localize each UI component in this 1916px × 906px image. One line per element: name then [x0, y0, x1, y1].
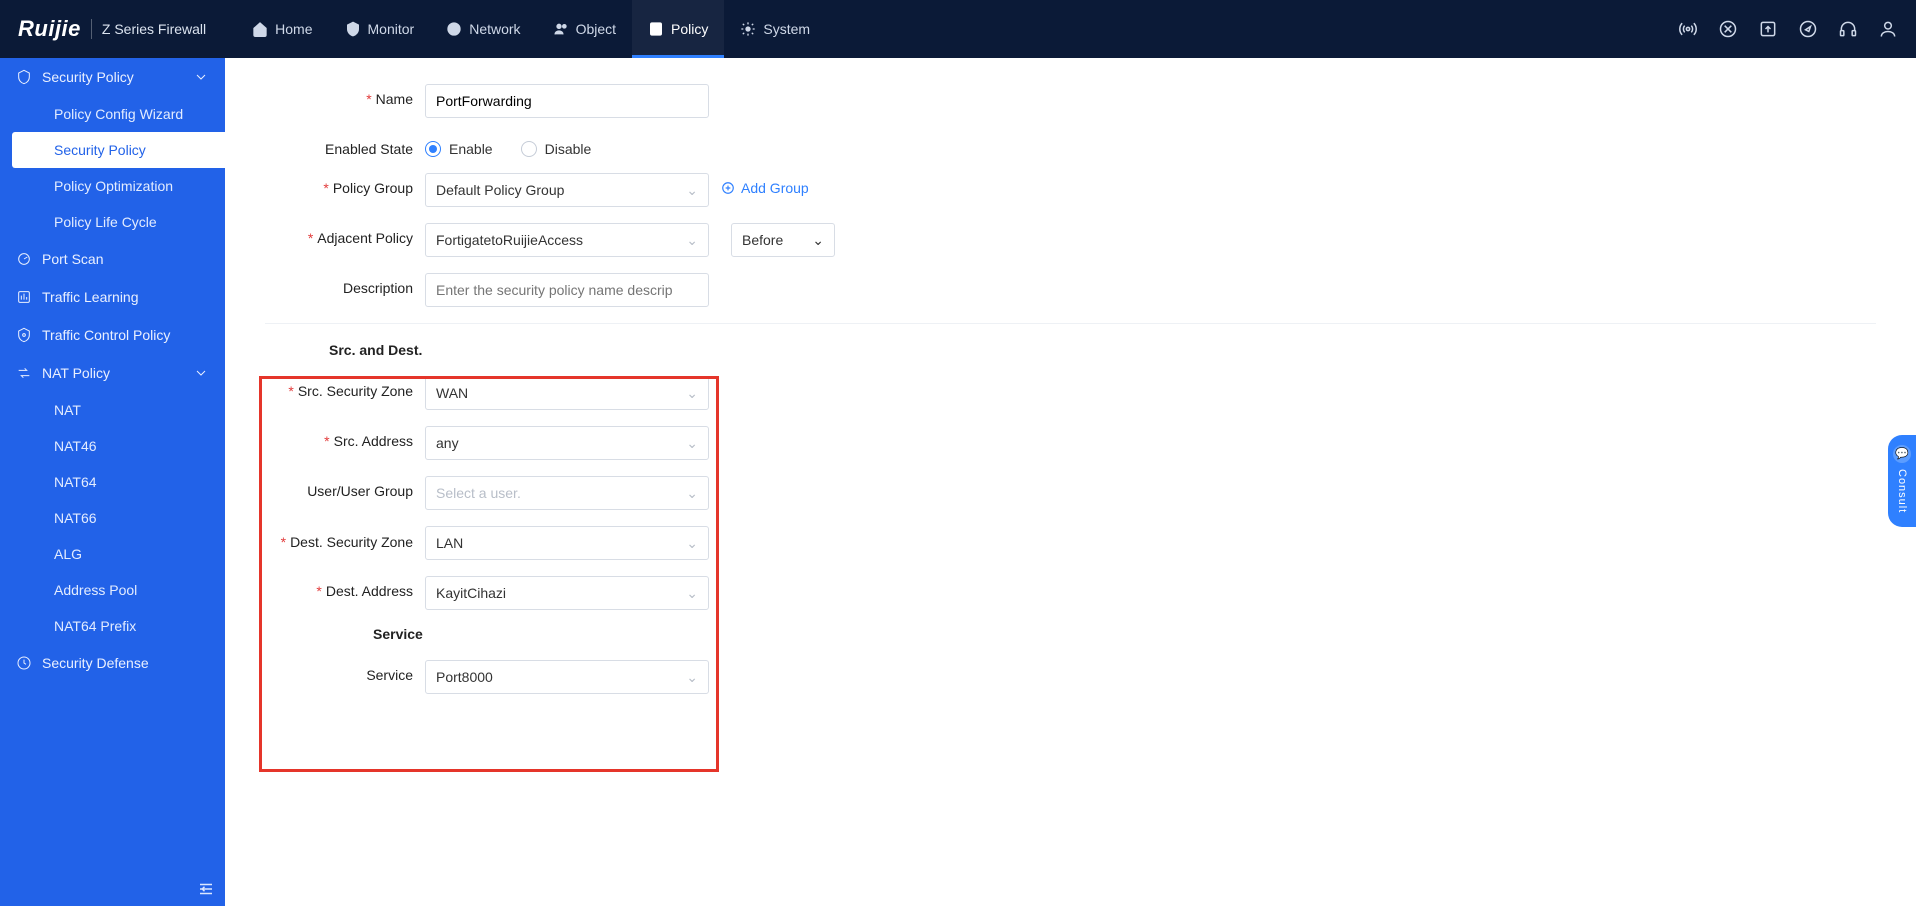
nav-system-label: System	[763, 21, 810, 37]
sidebar: Security Policy Policy Config Wizard Sec…	[0, 58, 225, 906]
sidebar-item-traffic-learning[interactable]: Traffic Learning	[0, 278, 225, 316]
name-input[interactable]	[425, 84, 709, 118]
radio-dot-icon	[425, 141, 441, 157]
nav-home[interactable]: Home	[236, 0, 328, 58]
sidebar-child-nat64-prefix[interactable]: NAT64 Prefix	[0, 608, 225, 644]
headset-icon[interactable]	[1838, 19, 1858, 39]
sidebar-item-label: Port Scan	[42, 251, 103, 267]
chat-icon: 💬	[1893, 445, 1911, 463]
compass-icon[interactable]	[1798, 19, 1818, 39]
chevron-down-icon	[193, 69, 209, 85]
shield-lock-icon	[16, 327, 32, 343]
plus-circle-icon	[721, 181, 735, 195]
nav-network[interactable]: Network	[430, 0, 536, 58]
sidebar-child-wizard[interactable]: Policy Config Wizard	[0, 96, 225, 132]
chevron-down-icon: ⌄	[686, 232, 698, 249]
sidebar-child-nat64[interactable]: NAT64	[0, 464, 225, 500]
sidebar-child-nat[interactable]: NAT	[0, 392, 225, 428]
upload-icon[interactable]	[1758, 19, 1778, 39]
sidebar-item-traffic-control[interactable]: Traffic Control Policy	[0, 316, 225, 354]
gear-icon	[740, 21, 756, 37]
divider	[265, 323, 1876, 324]
chevron-down-icon: ⌄	[686, 182, 698, 199]
nav-monitor[interactable]: Monitor	[329, 0, 431, 58]
sidebar-child-nat46[interactable]: NAT46	[0, 428, 225, 464]
enabled-radios: Enable Disable	[425, 134, 591, 157]
nav-object-label: Object	[576, 21, 616, 37]
users-icon	[553, 21, 569, 37]
app-header: Ruijie Z Series Firewall Home Monitor Ne…	[0, 0, 1916, 58]
chevron-down-icon	[193, 365, 209, 381]
nav-home-label: Home	[275, 21, 312, 37]
logo-block: Ruijie Z Series Firewall	[18, 16, 206, 42]
home-icon	[252, 21, 268, 37]
logo-text: Ruijie	[18, 16, 81, 42]
adjacent-label: *Adjacent Policy	[265, 223, 425, 246]
row-policy-group: *Policy Group Default Policy Group⌄ Add …	[265, 173, 1876, 207]
row-adjacent: *Adjacent Policy FortigatetoRuijieAccess…	[265, 223, 1876, 257]
policy-group-select[interactable]: Default Policy Group⌄	[425, 173, 709, 207]
radio-dot-icon	[521, 141, 537, 157]
consult-label: Consult	[1896, 469, 1908, 513]
chevron-down-icon: ⌄	[812, 232, 824, 249]
sidebar-child-optimization[interactable]: Policy Optimization	[0, 168, 225, 204]
description-label: Description	[265, 273, 425, 296]
sidebar-item-security-policy[interactable]: Security Policy	[0, 58, 225, 96]
sidebar-child-alg[interactable]: ALG	[0, 536, 225, 572]
row-description: Description	[265, 273, 1876, 307]
shield-icon	[16, 69, 32, 85]
row-enabled: Enabled State Enable Disable	[265, 134, 1876, 157]
radio-disable[interactable]: Disable	[521, 141, 592, 157]
row-name: *Name	[265, 84, 1876, 118]
nav-policy-label: Policy	[671, 21, 708, 37]
sidebar-child-nat66[interactable]: NAT66	[0, 500, 225, 536]
chart-icon	[16, 289, 32, 305]
swap-icon	[16, 365, 32, 381]
sidebar-item-port-scan[interactable]: Port Scan	[0, 240, 225, 278]
consult-tab[interactable]: 💬 Consult	[1888, 435, 1916, 527]
sidebar-item-label: Traffic Control Policy	[42, 327, 170, 343]
nav-policy[interactable]: Policy	[632, 0, 724, 58]
policy-group-label: *Policy Group	[265, 173, 425, 196]
nav-object[interactable]: Object	[537, 0, 632, 58]
header-actions	[1678, 19, 1898, 39]
section-src-dest: Src. and Dest.	[329, 342, 1876, 358]
add-group-link[interactable]: Add Group	[721, 173, 809, 196]
sidebar-collapse-button[interactable]	[197, 880, 215, 898]
sidebar-child-address-pool[interactable]: Address Pool	[0, 572, 225, 608]
sidebar-item-nat-policy[interactable]: NAT Policy	[0, 354, 225, 392]
shield-check-icon	[345, 21, 361, 37]
logo-subtitle: Z Series Firewall	[102, 21, 206, 37]
sidebar-item-label: Traffic Learning	[42, 289, 139, 305]
alert-circle-icon[interactable]	[1718, 19, 1738, 39]
adjacent-position-select[interactable]: Before⌄	[731, 223, 835, 257]
logo-divider	[91, 19, 92, 39]
defense-icon	[16, 655, 32, 671]
sidebar-child-life-cycle[interactable]: Policy Life Cycle	[0, 204, 225, 240]
sidebar-child-security-policy[interactable]: Security Policy	[12, 132, 225, 168]
nav-monitor-label: Monitor	[368, 21, 415, 37]
nav-network-label: Network	[469, 21, 520, 37]
sidebar-item-label: Security Defense	[42, 655, 149, 671]
highlight-annotation	[259, 376, 719, 772]
enabled-label: Enabled State	[265, 134, 425, 157]
collapse-icon	[197, 880, 215, 898]
policy-icon	[648, 21, 664, 37]
name-label: *Name	[265, 84, 425, 107]
sidebar-item-label: Security Policy	[42, 69, 134, 85]
globe-icon	[446, 21, 462, 37]
main-content: *Name Enabled State Enable Disable *Poli…	[225, 58, 1916, 906]
nav-system[interactable]: System	[724, 0, 826, 58]
broadcast-icon[interactable]	[1678, 19, 1698, 39]
radio-enable[interactable]: Enable	[425, 141, 493, 157]
adjacent-select[interactable]: FortigatetoRuijieAccess⌄	[425, 223, 709, 257]
sidebar-item-label: NAT Policy	[42, 365, 110, 381]
sidebar-item-security-defense[interactable]: Security Defense	[0, 644, 225, 682]
top-nav: Home Monitor Network Object Policy Syste…	[236, 0, 826, 58]
description-input[interactable]	[425, 273, 709, 307]
user-icon[interactable]	[1878, 19, 1898, 39]
scan-icon	[16, 251, 32, 267]
